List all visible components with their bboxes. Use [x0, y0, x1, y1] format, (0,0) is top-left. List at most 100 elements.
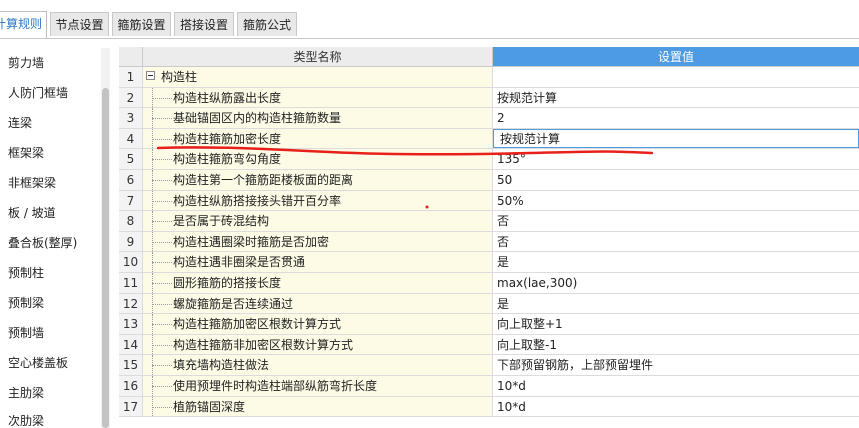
tree-branch-line — [152, 283, 172, 285]
sidebar-scrollbar[interactable] — [101, 48, 110, 428]
sidebar-item-precast-column[interactable]: 预制柱 — [8, 264, 44, 281]
type-name-label: 构造柱纵筋露出长度 — [173, 90, 282, 105]
table-row[interactable]: 10 构造柱遇非圈梁是否贯通 是 — [119, 252, 859, 273]
header-type-name[interactable]: 类型名称 — [143, 47, 493, 67]
tab-stirrup-settings[interactable]: 箍筋设置 — [112, 12, 171, 36]
sidebar-item-secondary-rib-beam[interactable]: 次肋梁 — [8, 412, 44, 426]
row-number: 11 — [119, 273, 143, 294]
sidebar-item-civil-defense-door-wall[interactable]: 人防门框墙 — [8, 84, 68, 101]
setting-value-cell[interactable]: 向上取整+1 — [493, 314, 859, 335]
type-name-label: 螺旋箍筋是否连续通过 — [173, 296, 294, 311]
table-row[interactable]: 11 圆形箍筋的搭接长度 max(lae,300) — [119, 273, 859, 294]
type-name-cell[interactable]: 构造柱箍筋加密长度 — [143, 128, 493, 150]
tree-branch-line — [152, 159, 172, 161]
type-name-label: 植筋锚固深度 — [173, 399, 246, 414]
table-row[interactable]: 12 螺旋箍筋是否连续通过 是 — [119, 293, 859, 315]
setting-value-cell[interactable]: 135° — [493, 149, 859, 170]
table-row[interactable]: 4 构造柱箍筋加密长度 按规范计算 — [119, 128, 859, 150]
tab-node-settings[interactable]: 节点设置 — [50, 12, 109, 36]
setting-value-cell[interactable]: 是 — [493, 252, 859, 273]
tree-branch-line — [152, 344, 172, 347]
sidebar-item-non-frame-beam[interactable]: 非框架梁 — [8, 174, 56, 191]
setting-value-editor[interactable]: 按规范计算 — [493, 128, 859, 150]
table-row[interactable]: 9 构造柱遇圈梁时箍筋是否加密 否 — [119, 231, 859, 253]
setting-value-cell[interactable] — [493, 67, 859, 88]
type-name-cell[interactable]: 构造柱纵筋搭接接头错开百分率 — [143, 190, 493, 212]
group-name-label: 构造柱 — [161, 70, 198, 84]
header-setting-value[interactable]: 设置值 — [493, 47, 859, 67]
type-name-label: 填充墙构造柱做法 — [173, 358, 270, 373]
sidebar-item-frame-beam[interactable]: 框架梁 — [8, 144, 44, 161]
type-name-cell[interactable]: 构造柱纵筋露出长度 — [143, 87, 493, 109]
component-sidebar: 剪力墙 人防门框墙 连梁 框架梁 非框架梁 板 / 坡道 叠合板(整厚) 预制柱… — [0, 40, 112, 426]
tab-lap-settings[interactable]: 搭接设置 — [174, 12, 234, 36]
sidebar-item-hollow-floor-slab[interactable]: 空心楼盖板 — [8, 354, 68, 371]
type-name-cell[interactable]: 构造柱箍筋弯勾角度 — [143, 149, 493, 170]
row-number: 3 — [119, 108, 143, 129]
sidebar-scroll-thumb[interactable] — [102, 88, 109, 428]
sidebar-item-slab-ramp[interactable]: 板 / 坡道 — [8, 204, 56, 221]
sidebar-item-shear-wall[interactable]: 剪力墙 — [8, 54, 44, 71]
sidebar-item-coupling-beam[interactable]: 连梁 — [8, 114, 32, 131]
type-name-cell[interactable]: 构造柱第一个箍筋距楼板面的距离 — [143, 170, 493, 191]
table-row[interactable]: 16 使用预埋件时构造柱端部纵筋弯折长度 10*d — [119, 376, 859, 397]
type-name-cell[interactable]: 构造柱箍筋非加密区根数计算方式 — [143, 334, 493, 356]
setting-value-cell[interactable]: 按规范计算 — [493, 87, 859, 109]
setting-value-cell[interactable]: 否 — [493, 211, 859, 232]
tree-branch-line — [152, 303, 172, 306]
table-row[interactable]: 14 构造柱箍筋非加密区根数计算方式 向上取整-1 — [119, 334, 859, 356]
setting-value-cell[interactable]: 向上取整-1 — [493, 334, 859, 356]
settings-grid: 类型名称 设置值 1 构造柱 2 构造柱纵筋露出长度 按规范计算 3 基础锚固区内的构造柱箍… — [119, 47, 859, 426]
table-row[interactable]: 2 构造柱纵筋露出长度 按规范计算 — [119, 87, 859, 109]
sidebar-item-main-rib-beam[interactable]: 主肋梁 — [8, 384, 44, 401]
row-number: 2 — [119, 87, 143, 109]
setting-value-cell[interactable]: 2 — [493, 108, 859, 129]
row-number: 15 — [119, 355, 143, 376]
table-row[interactable]: 13 构造柱箍筋加密区根数计算方式 向上取整+1 — [119, 314, 859, 335]
type-name-label: 构造柱箍筋弯勾角度 — [173, 152, 282, 167]
table-row[interactable]: 7 构造柱纵筋搭接接头错开百分率 50% — [119, 190, 859, 212]
tree-branch-line — [152, 200, 172, 203]
setting-value-cell[interactable]: max(lae,300) — [493, 273, 859, 294]
setting-value-cell[interactable]: 下部预留钢筋，上部预留埋件 — [493, 355, 859, 376]
collapse-icon[interactable] — [146, 71, 155, 80]
type-name-cell[interactable]: 填充墙构造柱做法 — [143, 355, 493, 376]
type-name-cell[interactable]: 使用预埋件时构造柱端部纵筋弯折长度 — [143, 376, 493, 397]
table-row[interactable]: 6 构造柱第一个箍筋距楼板面的距离 50 — [119, 170, 859, 191]
tree-branch-line — [152, 118, 172, 120]
tree-branch-line — [152, 180, 172, 182]
type-name-cell[interactable]: 螺旋箍筋是否连续通过 — [143, 293, 493, 315]
sidebar-item-precast-beam[interactable]: 预制梁 — [8, 294, 44, 311]
type-name-cell[interactable]: 基础锚固区内的构造柱箍筋数量 — [143, 108, 493, 129]
tab-calc-rules[interactable]: 计算规则 — [0, 11, 47, 38]
type-name-label: 构造柱箍筋加密长度 — [173, 131, 282, 146]
table-row[interactable]: 17 植筋锚固深度 10*d — [119, 396, 859, 418]
type-name-cell[interactable]: 构造柱遇非圈梁是否贯通 — [143, 252, 493, 273]
tree-branch-line — [152, 406, 172, 409]
tab-stirrup-formula[interactable]: 箍筋公式 — [237, 12, 297, 36]
setting-value-cell[interactable]: 否 — [493, 231, 859, 253]
table-row[interactable]: 8 是否属于砖混结构 否 — [119, 211, 859, 232]
setting-value-cell[interactable]: 50 — [493, 170, 859, 191]
type-name-cell[interactable]: 构造柱遇圈梁时箍筋是否加密 — [143, 231, 493, 253]
type-name-label: 圆形箍筋的搭接长度 — [173, 276, 282, 290]
type-name-cell[interactable]: 植筋锚固深度 — [143, 396, 493, 418]
type-name-cell[interactable]: 构造柱箍筋加密区根数计算方式 — [143, 314, 493, 335]
setting-value-cell[interactable]: 50% — [493, 190, 859, 212]
sidebar-item-composite-slab[interactable]: 叠合板(整厚) — [8, 234, 77, 251]
table-row[interactable]: 5 构造柱箍筋弯勾角度 135° — [119, 149, 859, 170]
table-row[interactable]: 15 填充墙构造柱做法 下部预留钢筋，上部预留埋件 — [119, 355, 859, 376]
row-number: 8 — [119, 211, 143, 232]
setting-value-cell[interactable]: 是 — [493, 293, 859, 315]
type-name-label: 是否属于砖混结构 — [173, 214, 270, 229]
table-row[interactable]: 1 构造柱 — [119, 67, 859, 88]
table-row[interactable]: 3 基础锚固区内的构造柱箍筋数量 2 — [119, 108, 859, 129]
setting-value-cell[interactable]: 10*d — [493, 376, 859, 397]
type-name-cell[interactable]: 是否属于砖混结构 — [143, 211, 493, 232]
row-number: 9 — [119, 231, 143, 253]
type-name-cell[interactable]: 圆形箍筋的搭接长度 — [143, 273, 493, 294]
tree-branch-line — [152, 97, 172, 100]
sidebar-item-precast-wall[interactable]: 预制墙 — [8, 324, 44, 341]
setting-value-cell[interactable]: 10*d — [493, 396, 859, 418]
group-name-cell[interactable]: 构造柱 — [143, 67, 493, 88]
